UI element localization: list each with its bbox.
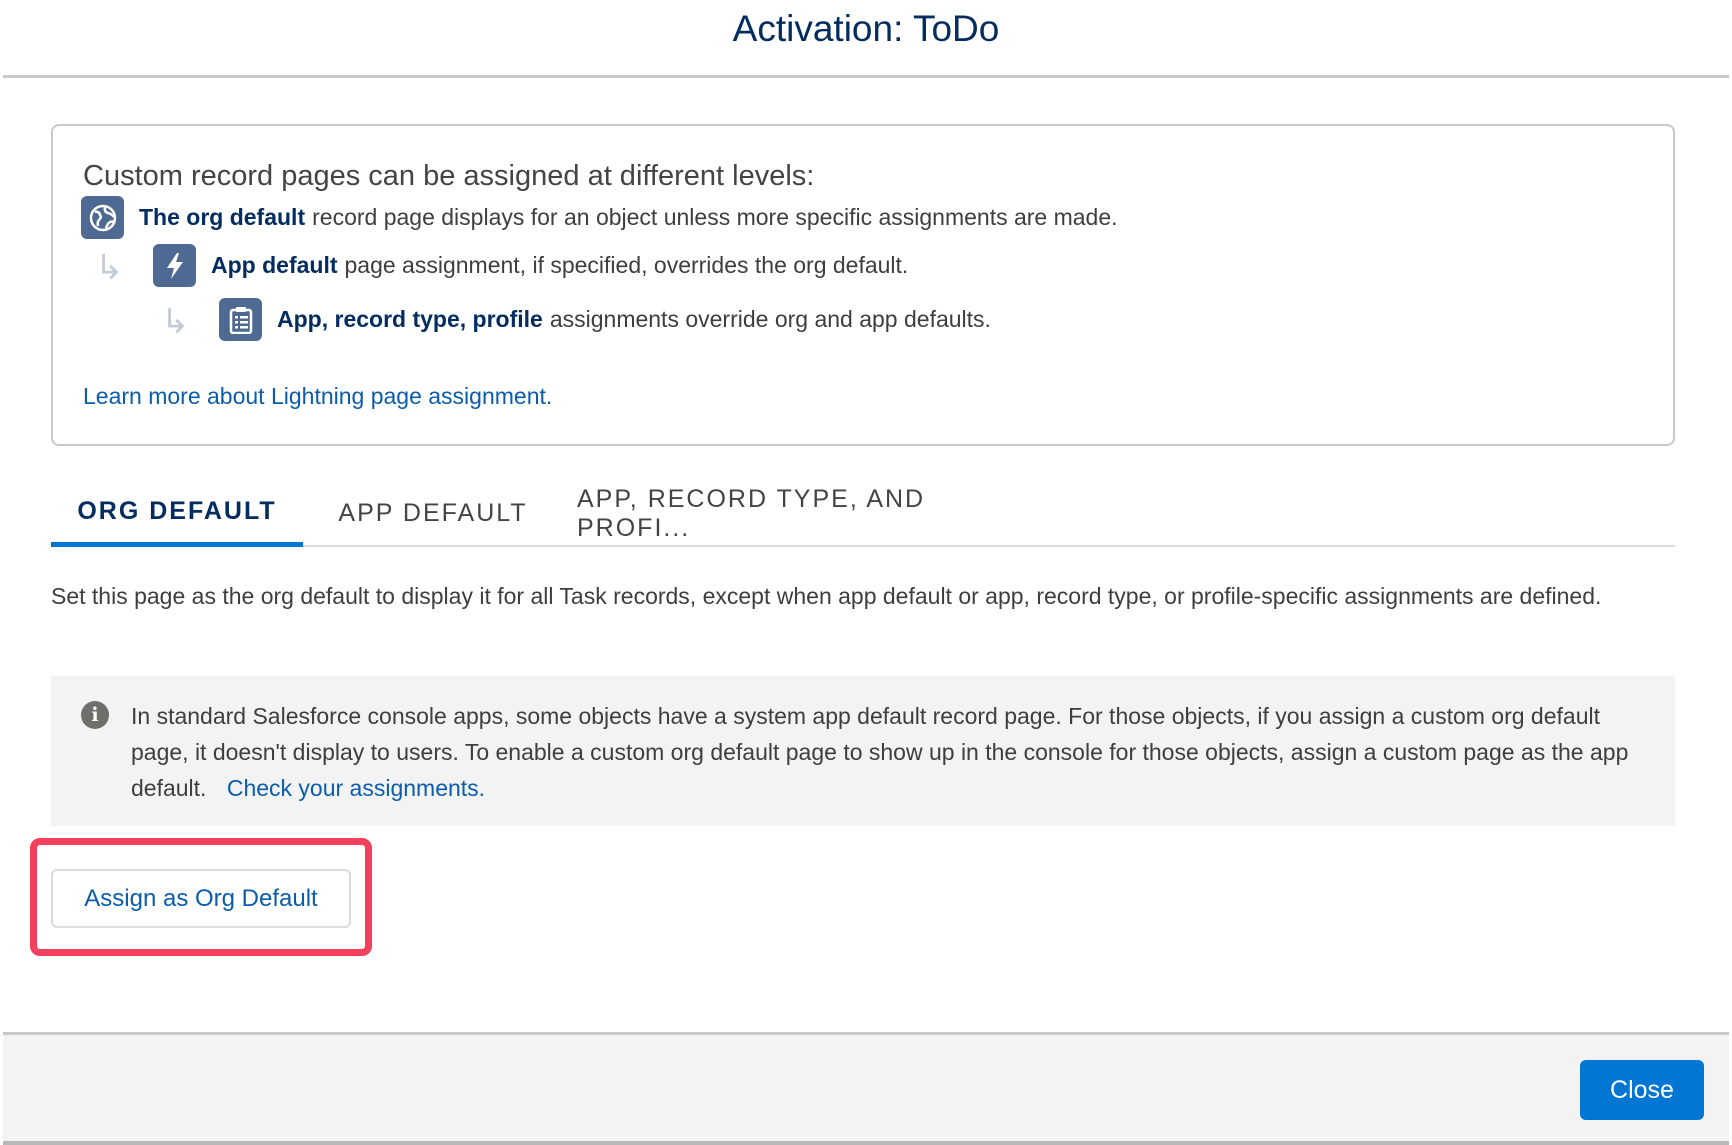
- assign-as-org-default-button[interactable]: Assign as Org Default: [51, 869, 351, 928]
- notice-text-block: In standard Salesforce console apps, som…: [131, 698, 1651, 806]
- modal-title: Activation: ToDo: [732, 8, 1000, 49]
- lightning-icon: [153, 244, 196, 287]
- modal-footer: Close: [3, 1032, 1729, 1145]
- level-org-default-text: record page displays for an object unles…: [312, 204, 1118, 230]
- level-record-type-profile-text: assignments override org and app default…: [549, 306, 991, 332]
- level-org-default-bold: The org default: [139, 204, 306, 230]
- level-app-default: App default page assignment, if specifie…: [153, 244, 908, 287]
- indent-arrow-icon: ↳: [161, 303, 190, 341]
- footer-divider: [3, 1141, 1729, 1145]
- learn-more-link[interactable]: Learn more about Lightning page assignme…: [83, 383, 552, 410]
- level-record-type-profile-bold: App, record type, profile: [277, 306, 543, 332]
- modal-header: Activation: ToDo: [3, 0, 1729, 78]
- clipboard-icon: [219, 298, 262, 341]
- tab-app-record-type-profile[interactable]: APP, RECORD TYPE, AND PROFI...: [577, 480, 1035, 547]
- level-record-type-profile: App, record type, profile assignments ov…: [219, 298, 991, 341]
- check-assignments-link[interactable]: Check your assignments.: [227, 775, 485, 801]
- indent-arrow-icon: ↳: [95, 249, 124, 287]
- tab-app-default[interactable]: APP DEFAULT: [333, 480, 533, 547]
- org-default-description: Set this page as the org default to disp…: [51, 583, 1602, 609]
- assignment-levels-card: Custom record pages can be assigned at d…: [51, 124, 1675, 446]
- info-icon: i: [81, 701, 109, 729]
- close-button[interactable]: Close: [1580, 1060, 1704, 1120]
- level-org-default: The org default record page displays for…: [81, 196, 1118, 239]
- assignment-tabs: ORG DEFAULT APP DEFAULT APP, RECORD TYPE…: [51, 480, 1675, 547]
- card-heading: Custom record pages can be assigned at d…: [83, 160, 815, 192]
- level-app-default-text: page assignment, if specified, overrides…: [344, 252, 909, 278]
- level-app-default-bold: App default: [211, 252, 338, 278]
- globe-icon: [81, 196, 124, 239]
- tab-org-default[interactable]: ORG DEFAULT: [51, 480, 303, 547]
- console-notice: i In standard Salesforce console apps, s…: [51, 676, 1675, 826]
